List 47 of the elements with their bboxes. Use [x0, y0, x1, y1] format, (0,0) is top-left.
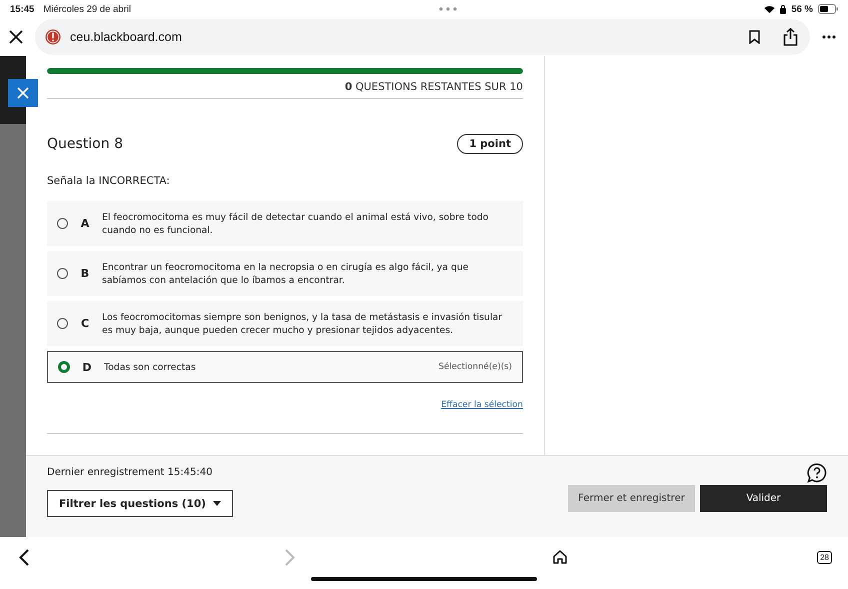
option-text: Encontrar un feocromocitoma en la necropsia o en cirugía es algo fácil, ya que sabíamos con antelación que lo íbamos a encontrar. [102, 260, 470, 286]
question-title: Question 8 [47, 136, 123, 152]
share-icon[interactable] [783, 28, 798, 46]
close-icon[interactable] [9, 30, 23, 44]
home-icon[interactable] [553, 550, 567, 564]
option-letter: B [80, 267, 90, 280]
address-bar[interactable]: ceu.blackboard.com [35, 19, 810, 55]
back-icon[interactable] [19, 548, 29, 566]
help-icon[interactable] [807, 463, 827, 483]
option-letter: C [80, 317, 90, 330]
option-letter: A [80, 217, 90, 230]
option-text: El feocromocitoma es muy fácil de detectar cuando el animal está vivo, sobre todo cuando no es funcional. [102, 210, 490, 236]
status-time: 15:45 [10, 4, 34, 14]
radio-button[interactable] [57, 218, 68, 229]
submit-button[interactable]: Valider [700, 485, 827, 512]
radio-button[interactable] [57, 318, 68, 329]
battery-percent: 56 % [791, 4, 813, 14]
battery-icon [818, 4, 838, 14]
close-icon [17, 87, 29, 99]
answer-option[interactable]: D Todas son correctas Sélectionné(e)(s) [47, 351, 523, 383]
last-saved-text: Dernier enregistrement 15:45:40 [47, 467, 212, 478]
more-icon[interactable] [822, 35, 836, 39]
save-close-button[interactable]: Fermer et enregistrer [568, 485, 695, 512]
answer-option[interactable]: A El feocromocitoma es muy fácil de detectar cuando el animal está vivo, sobre todo cuando no es funcional. [47, 201, 523, 246]
wifi-icon [764, 4, 776, 14]
close-button[interactable] [8, 79, 38, 107]
url-text: ceu.blackboard.com [70, 30, 182, 44]
warning-icon [45, 29, 61, 45]
lock-icon [780, 4, 786, 14]
dots-icon [438, 7, 457, 11]
clear-selection-link[interactable]: Effacer la sélection [441, 400, 523, 410]
remaining-label: 0 QUESTIONS RESTANTES SUR 10 [344, 81, 523, 93]
answer-option[interactable]: B Encontrar un feocromocitoma en la necropsia o en cirugía es algo fácil, ya que sabíamos con antelación que lo íbamos a encontrar. [47, 251, 523, 296]
option-text: Todas son correctas [104, 360, 197, 374]
answer-option[interactable]: C Los feocromocitomas siempre son benignos, y la tasa de metástasis e invasión tisular es muy baja, aunque pueden crecer mucho y presionar tejidos adyacentes. [47, 301, 523, 346]
selected-label: Sélectionné(e)(s) [438, 362, 512, 372]
caret-icon [212, 501, 221, 506]
option-text: Los feocromocitomas siempre son benignos, y la tasa de metástasis e invasión tisular es muy baja, aunque pueden crecer mucho y presionar tejidos adyacentes. [102, 310, 504, 336]
question-prompt: Señala la INCORRECTA: [47, 175, 171, 187]
radio-button[interactable] [58, 361, 70, 373]
status-date: Miércoles 29 de abril [43, 4, 131, 14]
tab-count[interactable]: 28 [817, 550, 832, 564]
option-letter: D [81, 360, 93, 374]
bookmark-icon[interactable] [749, 30, 760, 44]
radio-button[interactable] [57, 268, 68, 279]
points-badge: 1 point [457, 134, 523, 154]
filter-dropdown[interactable]: Filtrer les questions (10) [47, 490, 233, 517]
